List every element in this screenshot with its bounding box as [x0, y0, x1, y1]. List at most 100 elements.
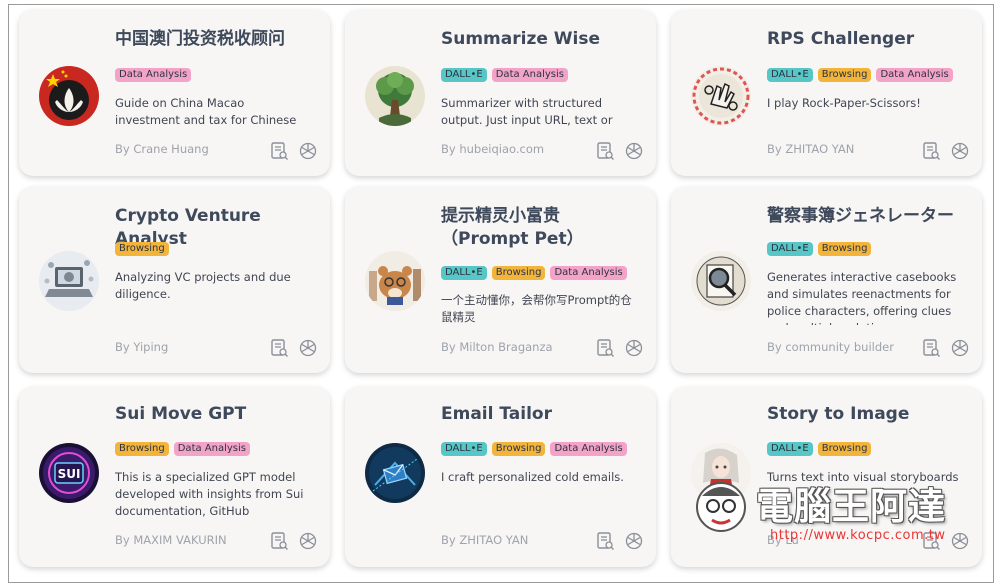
tag-browsing: Browsing — [115, 442, 169, 456]
card-description: Summarizer with structured output. Just … — [441, 96, 613, 127]
avatar — [365, 443, 425, 503]
openai-icon[interactable] — [950, 338, 970, 358]
avatar — [365, 251, 425, 311]
avatar — [39, 66, 99, 126]
gpt-card[interactable]: Story to Image DALL•E Browsing Turns tex… — [671, 387, 982, 567]
card-description: Generates interactive casebooks and simu… — [767, 270, 957, 325]
tag-data-analysis: Data Analysis — [550, 442, 627, 456]
openai-icon[interactable] — [298, 531, 318, 551]
laptop-bitcoin-icon — [39, 251, 99, 311]
tag-dalle: DALL•E — [767, 68, 813, 82]
card-description: I craft personalized cold emails. — [441, 470, 624, 484]
details-icon[interactable] — [269, 531, 289, 551]
card-author: By ZHITAO YAN — [767, 142, 855, 156]
tag-dalle: DALL•E — [441, 442, 487, 456]
card-title: 中国澳门投资税收顾问 — [115, 29, 285, 49]
card-description: This is a specialized GPT model develope… — [115, 470, 304, 518]
tag-list: Browsing — [115, 242, 169, 257]
gpt-card[interactable]: 提示精灵小富贵（Prompt Pet） DALL•E Browsing Data… — [345, 187, 656, 373]
card-title: Story to Image — [767, 404, 910, 424]
tag-dalle: DALL•E — [767, 242, 813, 256]
tag-list: DALL•E Browsing Data Analysis — [441, 266, 627, 281]
card-title: Summarize Wise — [441, 29, 601, 49]
gpt-card[interactable]: SUI Sui Move GPT Browsing Data Analysis … — [19, 387, 330, 567]
avatar — [39, 251, 99, 311]
tag-data-analysis: Data Analysis — [550, 266, 627, 280]
gpt-store-grid: 中国澳门投资税收顾问 Data Analysis Guide on China … — [8, 4, 994, 583]
details-icon[interactable] — [921, 338, 941, 358]
sui-logo-icon: SUI — [39, 443, 99, 503]
card-author: By MAXIM VAKURIN — [115, 533, 227, 547]
openai-icon[interactable] — [624, 141, 644, 161]
anime-girl-icon — [691, 443, 751, 503]
card-description: Turns text into visual storyboards — [767, 470, 959, 484]
tag-browsing: Browsing — [817, 68, 872, 82]
card-author: By hubeiqiao.com — [441, 142, 545, 156]
openai-icon[interactable] — [298, 338, 318, 358]
tag-dalle: DALL•E — [441, 68, 487, 82]
card-title: Sui Move GPT — [115, 404, 247, 424]
openai-icon[interactable] — [950, 141, 970, 161]
tag-list: DALL•E Browsing Data Analysis — [767, 68, 953, 83]
card-author: By Milton Braganza — [441, 340, 553, 354]
avatar — [691, 251, 751, 311]
gpt-card[interactable]: Summarize Wise DALL•E Data Analysis Summ… — [345, 10, 656, 176]
tag-dalle: DALL•E — [441, 266, 487, 280]
tag-list: Browsing Data Analysis — [115, 442, 250, 457]
gpt-card[interactable]: 警察事簿ジェネレーター DALL•E Browsing Generates in… — [671, 187, 982, 373]
gpt-card[interactable]: Crypto Venture Analyst Browsing Analyzin… — [19, 187, 330, 373]
tag-list: DALL•E Browsing Data Analysis — [441, 442, 627, 457]
card-author: By community builder — [767, 340, 894, 354]
tree-icon — [365, 66, 425, 126]
card-author: By ZHITAO YAN — [441, 533, 529, 547]
openai-icon[interactable] — [950, 531, 970, 551]
tag-browsing: Browsing — [817, 442, 872, 456]
tag-dalle: DALL•E — [767, 442, 813, 456]
tag-browsing: Browsing — [817, 242, 872, 256]
tag-data-analysis: Data Analysis — [876, 68, 953, 82]
openai-icon[interactable] — [624, 531, 644, 551]
card-author: By Yiping — [115, 340, 169, 354]
tag-list: DALL•E Browsing — [767, 442, 872, 457]
card-description: Analyzing VC projects and due diligence. — [115, 270, 291, 301]
details-icon[interactable] — [269, 338, 289, 358]
avatar — [691, 443, 751, 503]
tag-browsing: Browsing — [115, 242, 169, 256]
lotus-flag-icon — [39, 66, 99, 126]
gpt-card[interactable]: RPS Challenger DALL•E Browsing Data Anal… — [671, 10, 982, 176]
svg-text:SUI: SUI — [58, 467, 81, 481]
card-author: By Lu — [767, 533, 799, 547]
card-author: By Crane Huang — [115, 142, 209, 156]
card-title: 提示精灵小富贵（Prompt Pet） — [441, 206, 584, 249]
tag-browsing: Browsing — [491, 266, 546, 280]
card-description: Guide on China Macao investment and tax … — [115, 96, 297, 127]
details-icon[interactable] — [921, 531, 941, 551]
card-title: 警察事簿ジェネレーター — [767, 206, 954, 226]
hamster-icon — [365, 251, 425, 311]
avatar: SUI — [39, 443, 99, 503]
avatar — [691, 66, 751, 126]
details-icon[interactable] — [269, 141, 289, 161]
details-icon[interactable] — [921, 141, 941, 161]
details-icon[interactable] — [595, 338, 615, 358]
magnifier-icon — [691, 251, 751, 311]
tag-list: Data Analysis — [115, 68, 192, 83]
card-title: RPS Challenger — [767, 29, 915, 49]
card-description: I play Rock-Paper-Scissors! — [767, 96, 921, 110]
tag-list: DALL•E Data Analysis — [441, 68, 568, 83]
tag-list: DALL•E Browsing — [767, 242, 872, 257]
avatar — [365, 66, 425, 126]
hand-scissors-icon — [691, 66, 751, 126]
tag-data-analysis: Data Analysis — [173, 442, 250, 456]
details-icon[interactable] — [595, 141, 615, 161]
gpt-card[interactable]: Email Tailor DALL•E Browsing Data Analys… — [345, 387, 656, 567]
gpt-card[interactable]: 中国澳门投资税收顾问 Data Analysis Guide on China … — [19, 10, 330, 176]
card-description: 一个主动懂你，会帮你写Prompt的仓鼠精灵 — [441, 293, 632, 324]
tag-data-analysis: Data Analysis — [491, 68, 568, 82]
openai-icon[interactable] — [298, 141, 318, 161]
envelope-cube-icon — [365, 443, 425, 503]
tag-browsing: Browsing — [491, 442, 546, 456]
details-icon[interactable] — [595, 531, 615, 551]
openai-icon[interactable] — [624, 338, 644, 358]
card-title: Email Tailor — [441, 404, 552, 424]
